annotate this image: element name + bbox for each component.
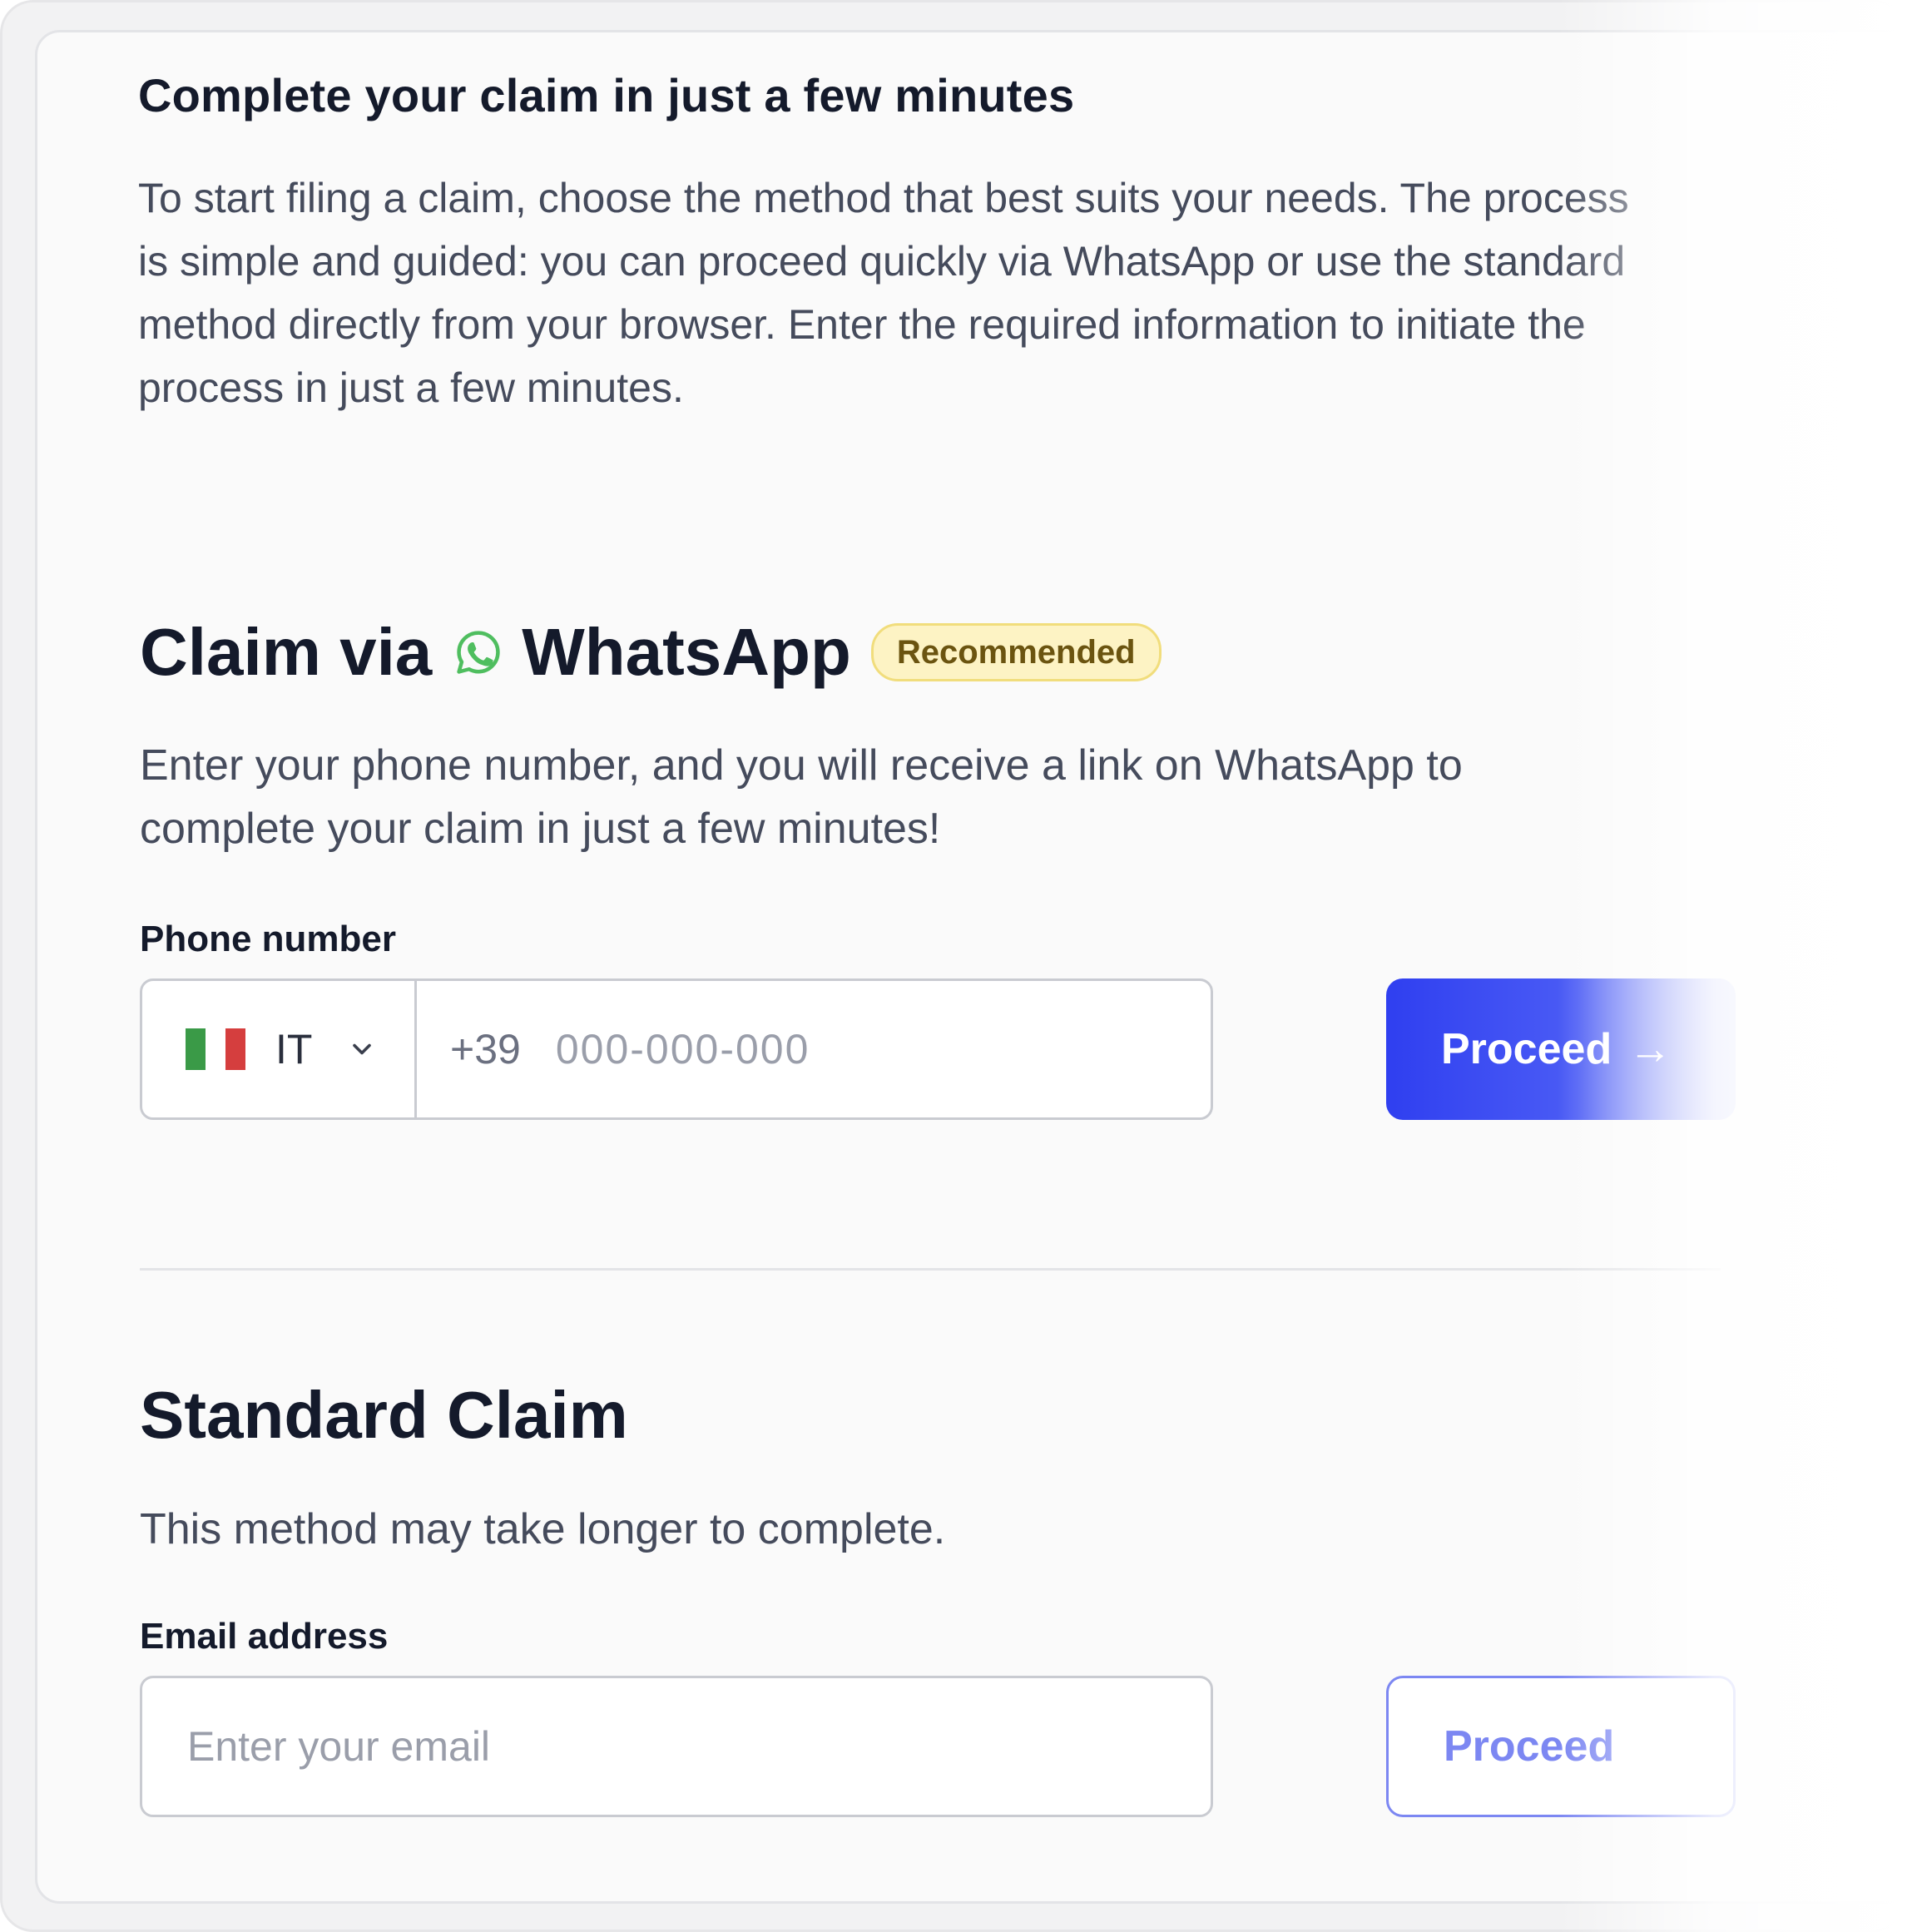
phone-input[interactable] — [553, 1024, 1190, 1074]
whatsapp-title-prefix: Claim via — [140, 615, 433, 689]
country-code-select[interactable]: IT — [142, 981, 417, 1117]
email-field — [140, 1676, 1213, 1817]
standard-claim-description: This method may take longer to complete. — [140, 1505, 946, 1553]
intro-title: Complete your claim in just a few minute… — [138, 69, 1075, 121]
phone-input-wrapper: +39 — [417, 981, 1211, 1117]
whatsapp-description: Enter your phone number, and you will re… — [140, 741, 1463, 853]
arrow-right-icon: → — [1628, 1025, 1672, 1073]
whatsapp-icon — [457, 631, 500, 674]
phone-number-label: Phone number — [140, 919, 397, 959]
intro-description: To start filing a claim, choose the meth… — [138, 175, 1629, 411]
phone-number-field: IT +39 — [140, 978, 1213, 1120]
standard-claim-title: Standard Claim — [140, 1378, 628, 1452]
email-input[interactable] — [186, 1721, 1171, 1771]
country-code-label: IT — [275, 1026, 313, 1073]
dial-prefix: +39 — [450, 1026, 521, 1073]
recommended-badge: Recommended — [870, 623, 1162, 681]
standard-proceed-label: Proceed — [1444, 1722, 1615, 1771]
whatsapp-proceed-button[interactable]: Proceed → — [1386, 978, 1736, 1120]
section-divider — [140, 1268, 1721, 1271]
whatsapp-proceed-label: Proceed — [1441, 1025, 1612, 1073]
standard-proceed-button[interactable]: Proceed — [1386, 1676, 1736, 1817]
whatsapp-title-suffix: WhatsApp — [522, 615, 851, 689]
whatsapp-section-title: Claim via WhatsApp Recommended — [140, 614, 1162, 691]
italy-flag-icon — [186, 1028, 245, 1070]
chevron-down-icon — [353, 1043, 372, 1055]
email-address-label: Email address — [140, 1616, 389, 1657]
